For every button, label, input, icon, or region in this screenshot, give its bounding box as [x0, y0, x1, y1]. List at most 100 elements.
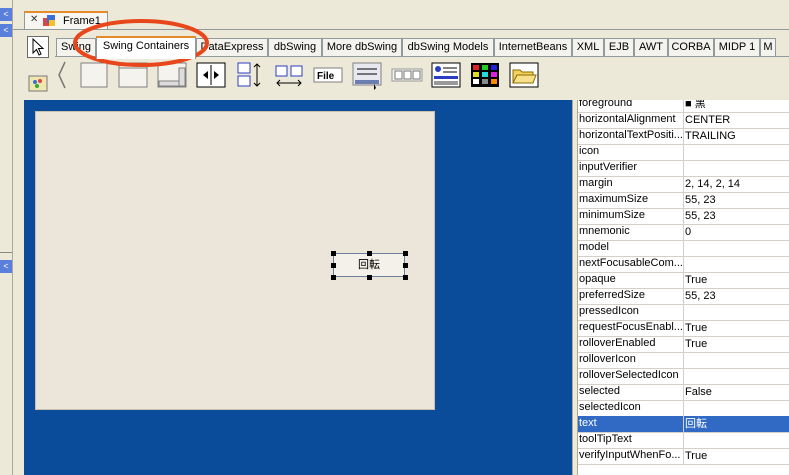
property-value[interactable]: 回転: [685, 416, 789, 432]
palette-tab-midp1[interactable]: MIDP 1: [714, 38, 760, 57]
property-row-model[interactable]: model: [578, 240, 789, 257]
palette-tab-dbswing-models[interactable]: dbSwing Models: [402, 38, 494, 57]
property-row-horizontalalignment[interactable]: horizontalAlignment CENTER: [578, 112, 789, 129]
property-value[interactable]: [685, 400, 789, 416]
palette-tab-internetbeans[interactable]: InternetBeans: [494, 38, 572, 57]
property-value[interactable]: True: [685, 272, 789, 288]
property-column-divider: [683, 304, 684, 320]
collapse-left-icon-2[interactable]: <: [0, 260, 12, 273]
property-value[interactable]: [685, 256, 789, 272]
button-component-label: 回転: [358, 259, 380, 271]
property-column-divider: [683, 128, 684, 144]
palette-tab-corba[interactable]: CORBA: [668, 38, 714, 57]
property-value[interactable]: [685, 304, 789, 320]
internal-frame-icon: [431, 62, 461, 88]
resize-handle-e[interactable]: [403, 263, 408, 268]
palette-tab-swing-containers[interactable]: Swing Containers: [96, 36, 196, 59]
palette-tab-dbswing[interactable]: dbSwing: [268, 38, 322, 57]
desktop-pane-component[interactable]: [470, 62, 500, 88]
property-row-text[interactable]: text 回転: [578, 416, 789, 433]
property-value[interactable]: True: [685, 320, 789, 336]
palette-tab-dataexpress[interactable]: DataExpress: [196, 38, 268, 57]
resize-handle-nw[interactable]: [331, 251, 336, 256]
property-value[interactable]: 2, 14, 2, 14: [685, 176, 789, 192]
property-row-mnemonic[interactable]: mnemonic 0: [578, 224, 789, 241]
property-value[interactable]: ■ 黑: [685, 100, 789, 112]
property-value[interactable]: 55, 23: [685, 192, 789, 208]
menu-bar-component[interactable]: File: [313, 62, 343, 88]
property-row-rollovericon[interactable]: rolloverIcon: [578, 352, 789, 369]
split-pane-component[interactable]: [196, 62, 226, 88]
property-name: inputVerifier: [579, 161, 638, 173]
property-row-requestfocusenabl[interactable]: requestFocusEnabl... True: [578, 320, 789, 337]
box-layout-component[interactable]: [236, 62, 264, 88]
palette-tab-more[interactable]: M: [760, 38, 776, 57]
palette-tab-more-dbswing[interactable]: More dbSwing: [322, 38, 402, 57]
chevron-icon[interactable]: <: [0, 24, 12, 37]
scroll-pane-component[interactable]: [118, 62, 148, 88]
selection-tool-button[interactable]: [27, 36, 49, 58]
property-row-minimumsize[interactable]: minimumSize 55, 23: [578, 208, 789, 225]
property-value[interactable]: [685, 144, 789, 160]
resize-handle-ne[interactable]: [403, 251, 408, 256]
property-value[interactable]: CENTER: [685, 112, 789, 128]
property-value[interactable]: 55, 23: [685, 288, 789, 304]
palette-tab-xml[interactable]: XML: [572, 38, 604, 57]
property-row-nextfocusablecom[interactable]: nextFocusableCom...: [578, 256, 789, 273]
property-column-divider: [683, 176, 684, 192]
palette-properties-button[interactable]: [27, 72, 49, 94]
property-name: opaque: [579, 273, 616, 285]
palette-scroll-left-icon[interactable]: [56, 60, 68, 90]
palette-tab-ejb[interactable]: EJB: [604, 38, 634, 57]
tabbed-pane-icon: [157, 62, 187, 88]
resize-handle-s[interactable]: [367, 275, 372, 280]
property-value[interactable]: True: [685, 448, 789, 464]
scroll-pane-icon: [118, 62, 148, 88]
property-row-rolloverenabled[interactable]: rolloverEnabled True: [578, 336, 789, 353]
property-row-opaque[interactable]: opaque True: [578, 272, 789, 289]
property-value[interactable]: False: [685, 384, 789, 400]
palette-tab-awt[interactable]: AWT: [634, 38, 668, 57]
property-row-inputverifier[interactable]: inputVerifier: [578, 160, 789, 177]
property-value[interactable]: True: [685, 336, 789, 352]
property-row-tooltiptext[interactable]: toolTipText: [578, 432, 789, 449]
resize-handle-se[interactable]: [403, 275, 408, 280]
internal-frame-component[interactable]: [431, 62, 461, 88]
palette-tab-swing[interactable]: Swing: [56, 38, 96, 57]
resize-handle-n[interactable]: [367, 251, 372, 256]
property-row-maximumsize[interactable]: maximumSize 55, 23: [578, 192, 789, 209]
property-value[interactable]: [685, 432, 789, 448]
property-row-rolloverselectedicon[interactable]: rolloverSelectedIcon: [578, 368, 789, 385]
property-row-margin[interactable]: margin 2, 14, 2, 14: [578, 176, 789, 193]
property-row-verifyinputwhenfo[interactable]: verifyInputWhenFo... True: [578, 448, 789, 465]
property-row-selectedicon[interactable]: selectedIcon: [578, 400, 789, 417]
property-row-selected[interactable]: selected False: [578, 384, 789, 401]
collapse-left-icon[interactable]: <: [0, 8, 12, 21]
resize-handle-sw[interactable]: [331, 275, 336, 280]
property-row-pressedicon[interactable]: pressedIcon: [578, 304, 789, 321]
layered-component[interactable]: [391, 62, 423, 88]
close-icon[interactable]: ✕: [30, 14, 38, 25]
folder-icon: [509, 62, 539, 88]
property-row-preferredsize[interactable]: preferredSize 55, 23: [578, 288, 789, 305]
document-tab-frame1[interactable]: ✕ Frame1: [24, 11, 108, 29]
property-value[interactable]: [685, 368, 789, 384]
property-row-horizontaltextpositi[interactable]: horizontalTextPositi... TRAILING: [578, 128, 789, 145]
resize-handle-w[interactable]: [331, 263, 336, 268]
file-chooser-component[interactable]: [509, 62, 539, 88]
property-name: requestFocusEnabl...: [579, 321, 683, 333]
property-value[interactable]: 0: [685, 224, 789, 240]
property-row-icon[interactable]: icon: [578, 144, 789, 161]
property-value[interactable]: [685, 352, 789, 368]
toolbar-component[interactable]: [352, 62, 382, 90]
property-value[interactable]: TRAILING: [685, 128, 789, 144]
property-value[interactable]: 55, 23: [685, 208, 789, 224]
tabbed-pane-component[interactable]: [157, 62, 187, 88]
property-name: rolloverEnabled: [579, 337, 656, 349]
box-glue-component[interactable]: [274, 62, 304, 88]
property-value[interactable]: [685, 240, 789, 256]
panel-component[interactable]: [80, 62, 108, 88]
property-column-divider: [683, 100, 684, 112]
selected-button-component[interactable]: 回転: [333, 253, 405, 277]
property-value[interactable]: [685, 160, 789, 176]
